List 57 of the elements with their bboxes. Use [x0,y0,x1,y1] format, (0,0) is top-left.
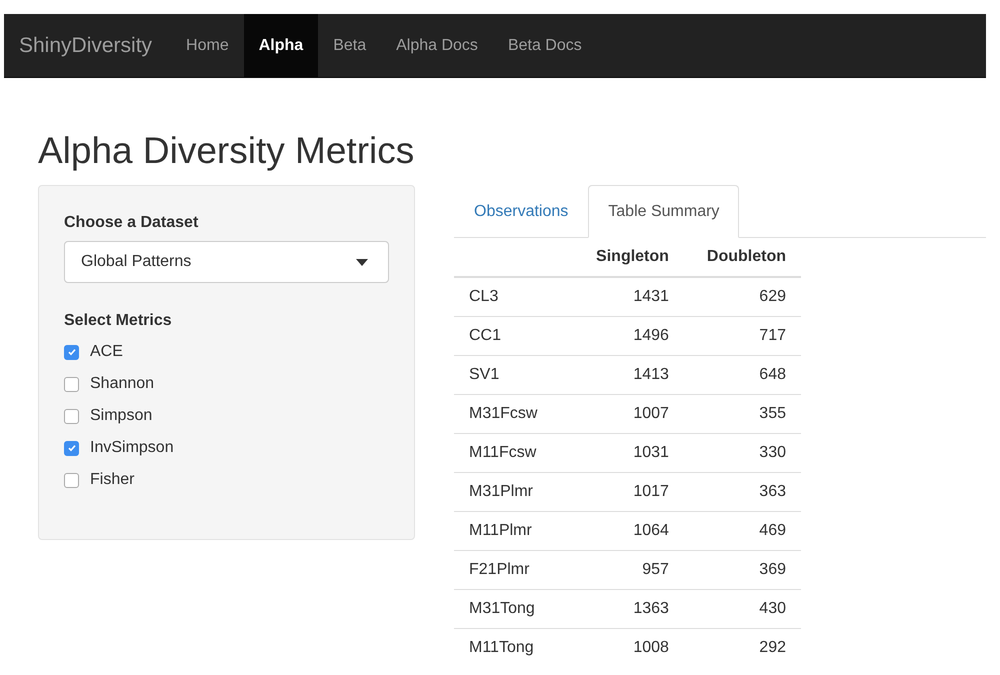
table-cell: 430 [684,590,801,628]
table-cell: 717 [684,316,801,356]
dataset-label: Choose a Dataset [64,214,200,232]
nav-tab[interactable]: Beta [318,14,382,77]
table-cell: 369 [684,550,801,590]
metrics-label: Select Metrics [64,312,173,330]
checkbox[interactable] [64,472,79,488]
dataset-dropdown[interactable]: Global Patterns [64,241,389,283]
table-cell: 1431 [574,277,684,316]
checkbox[interactable] [64,376,79,392]
table-cell: 1413 [574,356,684,394]
table-cell: M31Plmr [454,472,574,512]
table-cell: 1031 [574,434,684,472]
checkmark-icon [66,443,76,453]
table-cell: M11Fcsw [454,434,574,472]
nav-tab[interactable]: Home [171,14,244,77]
checkbox-label: ACE [90,343,123,361]
table-cell: 1363 [574,590,684,628]
table-cell: 648 [684,356,801,394]
table-cell: M31Tong [454,590,574,628]
checkbox-label: InvSimpson [90,439,174,457]
tab[interactable]: Observations [454,185,588,238]
table-cell: 1017 [574,472,684,512]
table-cell: 1008 [574,628,684,667]
nav-tab[interactable]: Alpha [244,14,318,77]
table-cell: SV1 [454,356,574,394]
column-header: Doubleton [684,238,801,277]
table-cell: M11Tong [454,628,574,667]
table-cell: 957 [574,550,684,590]
table-cell: 355 [684,394,801,434]
nav-tab[interactable]: Beta Docs [492,14,597,77]
checkbox[interactable] [64,344,79,360]
checkbox-label: Shannon [90,375,154,393]
checkbox-label: Fisher [90,471,134,489]
table-cell: CC1 [454,316,574,356]
table-cell: F21Plmr [454,550,574,590]
table-cell: 1007 [574,394,684,434]
column-header: Singleton [574,238,684,277]
checkbox[interactable] [64,440,79,456]
table-cell: CL3 [454,277,574,316]
checkbox-label: Simpson [90,407,152,425]
page-title: Alpha Diversity Metrics [38,131,416,171]
caret-icon [356,258,368,266]
brand-link[interactable]: ShinyDiversity [4,14,172,77]
table-cell: 292 [684,628,801,667]
table-cell: 1064 [574,512,684,550]
checkbox[interactable] [64,408,79,424]
nav-tab[interactable]: Alpha Docs [381,14,493,77]
checkmark-icon [66,347,76,357]
tab[interactable]: Table Summary [588,185,740,238]
table-cell: 469 [684,512,801,550]
table-cell: 629 [684,277,801,316]
table-cell: M31Fcsw [454,394,574,434]
table-cell: M11Plmr [454,512,574,550]
table-cell: 1496 [574,316,684,356]
table-cell: 330 [684,434,801,472]
table-cell: 363 [684,472,801,512]
